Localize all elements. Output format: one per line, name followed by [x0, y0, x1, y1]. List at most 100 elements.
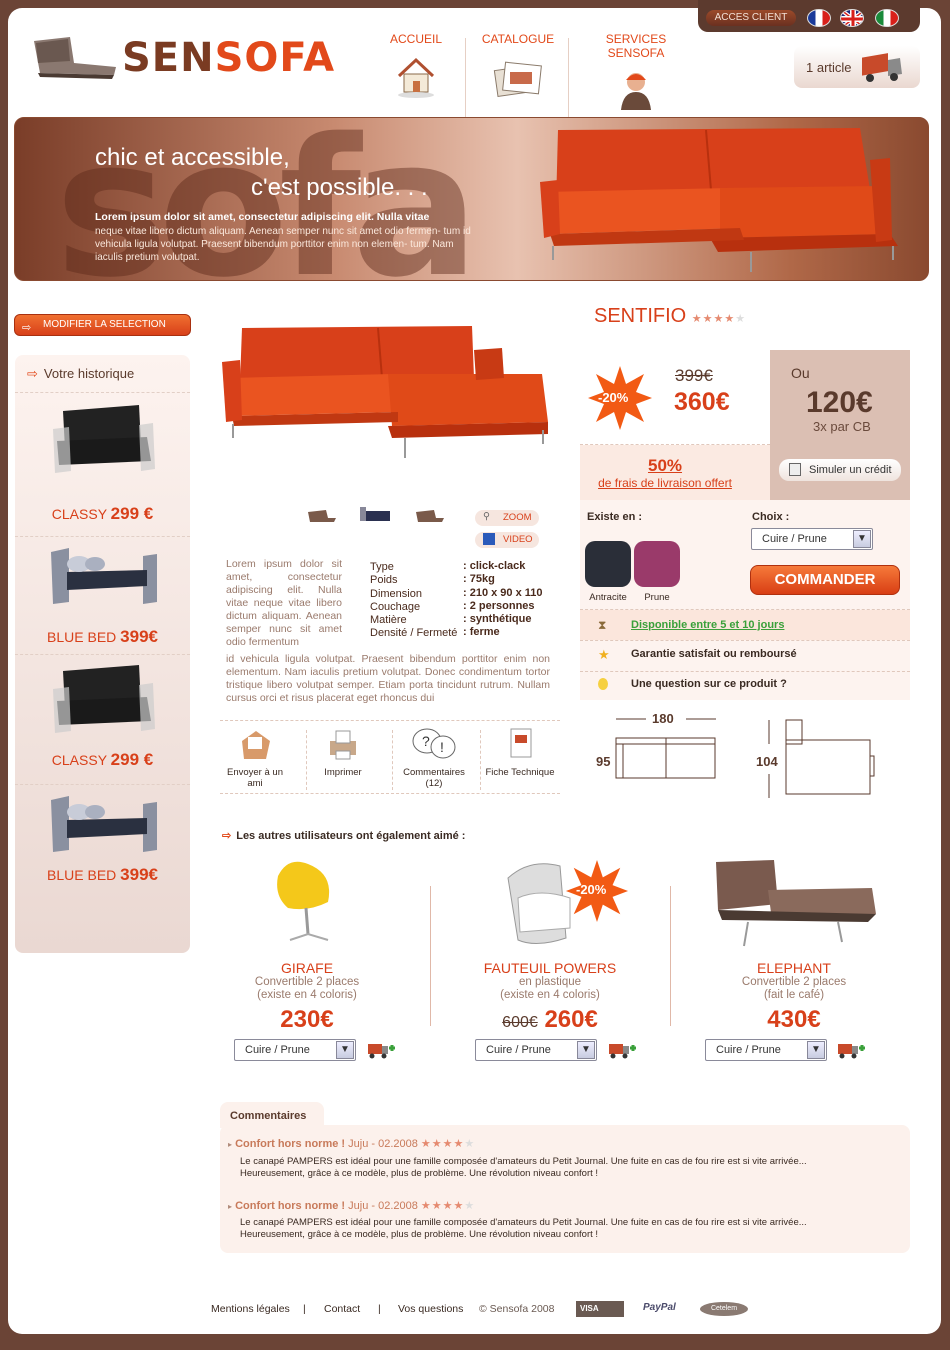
related-item-girafe[interactable]: GIRAFE Convertible 2 places (existe en 4…: [207, 960, 407, 1034]
installment-price: 120€: [806, 386, 873, 419]
nav-catalogue[interactable]: CATALOGUE: [466, 32, 570, 116]
divider: [15, 536, 190, 537]
comments-tab[interactable]: Commentaires: [220, 1102, 324, 1128]
footer-link-questions[interactable]: Vos questions: [398, 1303, 463, 1315]
chevron-down-icon: ▼: [336, 1041, 354, 1059]
product-title: SENTIFIO ★★★★★: [594, 305, 747, 327]
divider: [480, 730, 481, 790]
chevron-down-icon: ▼: [853, 530, 871, 548]
product-main-image[interactable]: [212, 318, 560, 468]
related-select[interactable]: Cuire / Prune ▼: [475, 1039, 597, 1061]
chevron-down-icon: ▼: [807, 1041, 825, 1059]
divider: [15, 654, 190, 655]
rating-stars: ★★★★: [691, 313, 736, 325]
divider: [580, 671, 910, 672]
svg-text:!: !: [440, 739, 444, 755]
thumbnail-image[interactable]: [414, 506, 446, 524]
availability-link[interactable]: Disponible entre 5 et 10 jours: [631, 619, 784, 631]
related-item-powers[interactable]: FAUTEUIL POWERS en plastique (existe en …: [450, 960, 650, 1034]
add-to-cart-icon[interactable]: [837, 1040, 865, 1060]
color-swatch-antracite[interactable]: Antracite: [585, 541, 631, 603]
delivery-offer[interactable]: 50% de frais de livraison offert: [580, 456, 750, 490]
spec-labels: Type Poids Dimension Couchage Matière Densité…: [370, 561, 458, 640]
banner-headline-1: chic et accessible,: [95, 144, 290, 171]
thumbnail-image[interactable]: [306, 506, 338, 524]
zoom-button[interactable]: ⚲ ZOOM: [475, 510, 539, 526]
divider: [15, 392, 190, 393]
print-button[interactable]: Imprimer: [307, 727, 379, 778]
modify-selection-button[interactable]: ⇨ MODIFIER LA SELECTION: [14, 314, 191, 336]
divider: [220, 793, 560, 794]
french-flag-icon[interactable]: [807, 9, 831, 27]
delivery-truck-icon: [860, 50, 904, 87]
add-to-cart-icon[interactable]: [608, 1040, 636, 1060]
history-item[interactable]: BLUE BED 399€: [15, 792, 190, 885]
powers-chair-image[interactable]: -20%: [500, 858, 630, 948]
star-icon: ★: [598, 647, 610, 662]
comment-body: Le canapé PAMPERS est idéal pour une fam…: [240, 1156, 807, 1179]
speech-bubble-icon: ?!: [409, 727, 459, 761]
bulb-icon: [598, 678, 608, 690]
installment-box: Ou 120€ 3x par CB Simuler un crédit: [770, 350, 910, 500]
footer-link-contact[interactable]: Contact: [324, 1303, 360, 1315]
thumbnail-image[interactable]: [356, 505, 394, 525]
dimensions-diagram: 180 95 104: [596, 708, 916, 798]
footer-link-legal[interactable]: Mentions légales: [211, 1303, 290, 1315]
discount-badge: -20%: [586, 364, 654, 432]
elephant-sofa-image[interactable]: [708, 858, 878, 952]
nav-services[interactable]: SERVICES SENSOFA: [576, 32, 696, 116]
divider: [580, 640, 910, 641]
bed-image: [50, 796, 157, 852]
customer-access-button[interactable]: ACCES CLIENT: [706, 10, 796, 26]
logo-sofa-icon[interactable]: [30, 33, 120, 83]
hero-banner: sofa chic et accessible, c'est possible.…: [14, 117, 929, 281]
color-swatch-prune[interactable]: Prune: [634, 541, 680, 603]
italian-flag-icon[interactable]: [875, 9, 899, 27]
history-item[interactable]: CLASSY 299 €: [15, 661, 190, 770]
banner-lead: Lorem ipsum dolor sit amet, consectetur …: [95, 211, 430, 223]
armchair-image: [52, 405, 155, 473]
nav-accueil[interactable]: ACCUEIL: [366, 32, 466, 116]
related-select[interactable]: Cuire / Prune ▼: [705, 1039, 827, 1061]
spec-values: : click-clack: 75kg: 210 x 90 x 110: 2 p…: [463, 560, 543, 639]
bed-image: [50, 548, 157, 604]
history-title: ⇨ Votre historique: [27, 366, 135, 381]
calculator-icon: [789, 463, 801, 476]
girafe-chair-image[interactable]: [268, 856, 348, 946]
comment-body: Le canapé PAMPERS est idéal pour une fam…: [240, 1217, 807, 1240]
magnifier-icon: ⚲: [483, 511, 490, 522]
history-item[interactable]: BLUE BED 399€: [15, 542, 190, 647]
send-to-friend-button[interactable]: Envoyer à un ami: [219, 727, 291, 789]
video-button[interactable]: VIDEO: [475, 532, 539, 548]
video-icon: [483, 533, 495, 545]
document-icon: [503, 727, 537, 761]
cart-summary[interactable]: 1 article: [794, 46, 920, 88]
home-icon: [393, 54, 439, 98]
banner-text: neque vitae libero dictum aliquam. Aenea…: [95, 226, 471, 263]
paypal-logo: PayPal: [643, 1302, 676, 1313]
simulate-credit-button[interactable]: Simuler un crédit: [779, 459, 901, 481]
arrow-right-icon: ⇨: [22, 322, 32, 334]
question-link[interactable]: Une question sur ce produit ?: [631, 678, 787, 690]
envelope-icon: [238, 727, 272, 761]
related-select[interactable]: Cuire / Prune ▼: [234, 1039, 356, 1061]
banner-sofa-image: [530, 122, 910, 280]
technical-sheet-button[interactable]: Fiche Technique: [484, 727, 556, 778]
logo-text[interactable]: SENSOFA: [122, 35, 335, 81]
choice-select[interactable]: Cuire / Prune ▼: [751, 528, 873, 550]
printer-icon: [326, 727, 360, 761]
history-item[interactable]: CLASSY 299 €: [15, 399, 190, 524]
order-button[interactable]: COMMANDER: [750, 565, 900, 595]
old-price: 399€: [675, 366, 713, 385]
chevron-down-icon: ▼: [577, 1041, 595, 1059]
divider: [392, 730, 393, 790]
current-price: 360€: [674, 388, 730, 416]
armchair-image: [52, 665, 155, 733]
related-item-elephant[interactable]: ELEPHANT Convertible 2 places (fait le c…: [694, 960, 894, 1034]
delivery-man-icon: [613, 68, 659, 112]
divider: [220, 720, 560, 721]
add-to-cart-icon[interactable]: [367, 1040, 395, 1060]
arrow-right-icon: ⇨: [27, 366, 38, 381]
english-flag-icon[interactable]: [840, 9, 864, 27]
comments-button[interactable]: ?! Commentaires (12): [394, 727, 474, 789]
